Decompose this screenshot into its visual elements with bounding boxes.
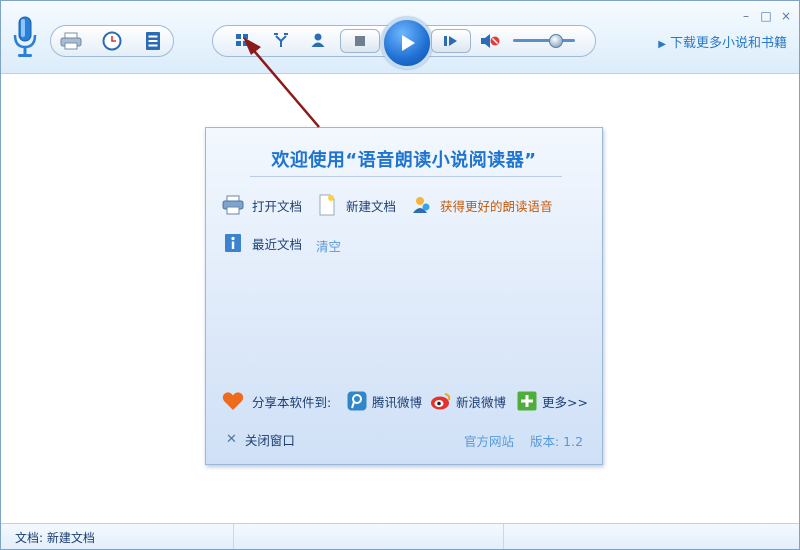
get-better-voice-link[interactable]: 获得更好的朗读语音 — [410, 194, 553, 216]
play-icon — [402, 35, 415, 51]
clock-icon — [102, 31, 122, 51]
more-label: 更多>> — [542, 394, 588, 410]
welcome-title: 欢迎使用“语音朗读小说阅读器” — [271, 150, 537, 171]
plus-icon — [516, 390, 538, 412]
get-better-voice-label: 获得更好的朗读语音 — [440, 198, 553, 214]
printer-icon — [222, 194, 244, 216]
stop-icon — [355, 36, 365, 46]
recent-documents[interactable]: 最近文档 — [222, 232, 302, 254]
share-tencent-weibo[interactable]: 腾讯微博 — [346, 390, 422, 412]
mute-icon — [481, 34, 500, 48]
close-window-label: 关闭窗口 — [244, 433, 295, 448]
next-button[interactable] — [431, 29, 471, 53]
voice-user-icon — [410, 194, 432, 216]
heart-icon — [222, 390, 244, 412]
maximize-button[interactable]: □ — [759, 9, 773, 23]
sina-weibo-icon — [430, 390, 452, 412]
divider — [250, 176, 562, 177]
status-bar: 文档: 新建文档 — [1, 523, 799, 549]
download-more-link[interactable]: ▶ 下载更多小说和书籍 — [658, 32, 787, 51]
triangle-right-icon: ▶ — [658, 39, 666, 50]
share-section: 分享本软件到: — [222, 390, 331, 412]
document-list-icon — [145, 32, 160, 50]
download-more-label: 下载更多小说和书籍 — [669, 36, 787, 51]
stop-button[interactable] — [340, 29, 380, 53]
clear-recent-link[interactable]: 清空 — [316, 236, 341, 255]
status-document: 文档: 新建文档 — [1, 524, 234, 549]
window-controls: – □ × — [739, 9, 793, 23]
new-file-icon — [316, 194, 338, 216]
volume-slider[interactable] — [513, 34, 575, 48]
print-button[interactable] — [58, 30, 84, 52]
timer-button[interactable] — [99, 30, 125, 52]
share-more[interactable]: 更多>> — [516, 390, 588, 412]
tencent-weibo-label: 腾讯微博 — [372, 394, 423, 410]
new-document-link[interactable]: 新建文档 — [316, 194, 396, 216]
welcome-panel: 欢迎使用“语音朗读小说阅读器” 打开文档 新建文档 获得更好的朗读语音 最近文档… — [205, 127, 603, 465]
next-icon — [444, 36, 457, 46]
sina-weibo-label: 新浪微博 — [456, 394, 507, 410]
play-button[interactable] — [381, 17, 433, 69]
volume-slider-handle[interactable] — [549, 34, 563, 48]
version-label: 版本: 1.2 — [530, 434, 584, 449]
share-label: 分享本软件到: — [252, 394, 332, 410]
status-segment-3 — [503, 524, 797, 549]
recent-documents-label: 最近文档 — [252, 236, 303, 252]
open-document-link[interactable]: 打开文档 — [222, 194, 302, 216]
tencent-weibo-icon — [346, 390, 368, 412]
official-site-link[interactable]: 官方网站 — [464, 431, 514, 450]
printer-icon — [60, 32, 82, 50]
close-icon: ✕ — [226, 432, 237, 447]
close-window-link[interactable]: ✕ 关闭窗口 — [226, 430, 295, 449]
minimize-button[interactable]: – — [739, 9, 753, 23]
share-sina-weibo[interactable]: 新浪微博 — [430, 390, 506, 412]
info-icon — [222, 232, 244, 254]
file-tools-group — [50, 25, 174, 57]
status-segment-2 — [233, 524, 504, 549]
close-button[interactable]: × — [779, 9, 793, 23]
annotation-arrow — [243, 37, 320, 128]
mute-button[interactable] — [477, 30, 503, 52]
toolbar: – □ × ▶ 下载更多小说和书籍 — [1, 1, 799, 74]
document-list-button[interactable] — [140, 30, 166, 52]
microphone-icon[interactable] — [11, 15, 39, 59]
new-document-label: 新建文档 — [346, 198, 397, 214]
open-document-label: 打开文档 — [252, 198, 303, 214]
app-window: – □ × ▶ 下载更多小说和书籍 欢迎使用“语音朗读小说阅读器” 打开文档 新… — [0, 0, 800, 550]
